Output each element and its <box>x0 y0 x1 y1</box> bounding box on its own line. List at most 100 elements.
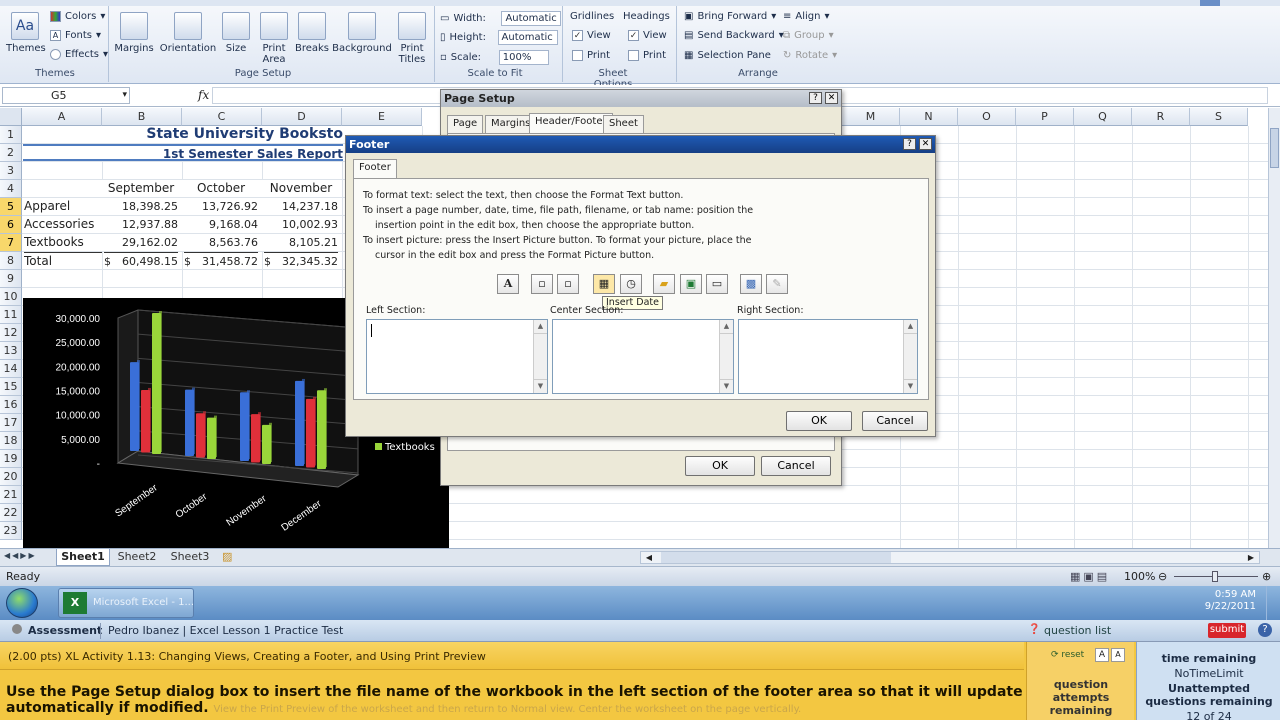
insert-function-button[interactable]: fx <box>198 88 209 102</box>
name-box[interactable]: G5 ▾ <box>2 87 130 104</box>
column-header[interactable]: O <box>958 108 1016 126</box>
row-header[interactable]: 8 <box>0 252 22 270</box>
background-button[interactable]: Background <box>332 12 392 54</box>
cell[interactable]: 12,937.88 <box>102 216 178 233</box>
size-button[interactable]: Size <box>220 12 252 54</box>
view-buttons-icon[interactable]: ▦▣▤ <box>1070 570 1110 583</box>
gridlines-print-checkbox[interactable]: Print <box>572 50 610 61</box>
row-header[interactable]: 14 <box>0 360 22 378</box>
horizontal-scrollbar[interactable]: ◀ ▶ <box>640 551 1260 564</box>
cell[interactable]: 31,458.72 <box>198 252 258 269</box>
question-list-link[interactable]: question list <box>1044 624 1111 637</box>
insert-page-number-button[interactable]: ▫ <box>531 274 553 294</box>
scrollbar[interactable] <box>533 320 547 393</box>
system-clock[interactable]: 0:59 AM 9/22/2011 <box>1200 589 1256 613</box>
font-increase-icon[interactable]: A <box>1095 648 1109 662</box>
row-header[interactable]: 4 <box>0 180 22 198</box>
row-header[interactable]: 23 <box>0 522 22 540</box>
sheet-nav-arrows-icon[interactable]: ◀◀▶▶ <box>4 551 37 560</box>
row-header[interactable]: 1 <box>0 126 22 144</box>
scroll-right-icon[interactable]: ▶ <box>1243 552 1259 563</box>
cell[interactable]: State University Booksto <box>23 126 343 143</box>
scroll-thumb[interactable] <box>1270 128 1279 168</box>
row-header[interactable]: 5 <box>0 198 22 216</box>
print-area-button[interactable]: Print Area <box>256 12 292 65</box>
cell[interactable]: 8,563.76 <box>182 234 258 251</box>
tab-footer[interactable]: Footer <box>353 159 397 178</box>
headings-print-checkbox[interactable]: Print <box>628 50 666 61</box>
row-header[interactable]: 20 <box>0 468 22 486</box>
tab-header-footer[interactable]: Header/Footer <box>529 113 613 133</box>
send-backward-button[interactable]: ▤ Send Backward ▾ <box>684 30 784 41</box>
reset-button[interactable]: ⟳ reset <box>1051 650 1084 660</box>
scale-input[interactable]: 100% <box>498 50 549 65</box>
cell[interactable]: $ <box>264 252 278 269</box>
vertical-scrollbar[interactable] <box>1268 108 1280 548</box>
insert-sheet-icon[interactable]: ▨ <box>222 550 232 563</box>
zoom-in-icon[interactable]: ⊕ <box>1262 570 1271 583</box>
tab-sheet[interactable]: Sheet <box>603 115 644 133</box>
page-setup-ok-button[interactable]: OK <box>685 456 755 476</box>
insert-time-button[interactable]: ◷ <box>620 274 642 294</box>
cell[interactable]: 8,105.21 <box>262 234 338 251</box>
cell[interactable]: 10,002.93 <box>262 216 338 233</box>
row-header[interactable]: 3 <box>0 162 22 180</box>
selection-pane-button[interactable]: ▦ Selection Pane <box>684 50 771 61</box>
help-icon[interactable] <box>1200 0 1220 6</box>
column-header[interactable]: E <box>342 108 422 126</box>
height-select[interactable]: Automatic <box>497 30 558 45</box>
colors-button[interactable]: Colors ▾ <box>50 11 105 22</box>
fonts-button[interactable]: A Fonts ▾ <box>50 30 101 41</box>
cell[interactable]: $ <box>104 252 118 269</box>
submit-button[interactable]: submit <box>1208 623 1246 638</box>
insert-number-of-pages-button[interactable]: ▫ <box>557 274 579 294</box>
zoom-slider[interactable] <box>1174 571 1258 582</box>
effects-button[interactable]: Effects ▾ <box>50 49 108 60</box>
cell[interactable]: 13,726.92 <box>182 198 258 215</box>
align-button[interactable]: ≡ Align ▾ <box>783 11 830 22</box>
rotate-button[interactable]: ↻ Rotate ▾ <box>783 50 837 61</box>
page-setup-cancel-button[interactable]: Cancel <box>761 456 831 476</box>
cell[interactable]: Accessories <box>24 216 102 233</box>
left-section-textarea[interactable] <box>366 319 548 394</box>
start-button[interactable] <box>6 588 38 618</box>
sheet-tab-sheet1[interactable]: Sheet1 <box>56 549 110 566</box>
footer-ok-button[interactable]: OK <box>786 411 852 431</box>
scrollbar[interactable] <box>903 320 917 393</box>
close-icon[interactable]: ✕ <box>825 92 838 104</box>
orientation-button[interactable]: Orientation <box>158 12 218 54</box>
group-button[interactable]: ⧉ Group ▾ <box>783 30 834 41</box>
row-header[interactable]: 15 <box>0 378 22 396</box>
scrollbar[interactable] <box>719 320 733 393</box>
zoom-level[interactable]: 100% <box>1124 570 1155 583</box>
cell[interactable]: 18,398.25 <box>102 198 178 215</box>
sheet-tab-sheet2[interactable]: Sheet2 <box>112 550 162 565</box>
row-header[interactable]: 10 <box>0 288 22 306</box>
row-header[interactable]: 13 <box>0 342 22 360</box>
cell[interactable]: 1st Semester Sales Report <box>23 144 343 161</box>
cell[interactable]: 14,237.18 <box>262 198 338 215</box>
column-header[interactable]: C <box>182 108 262 126</box>
insert-picture-button[interactable]: ▩ <box>740 274 762 294</box>
show-desktop-button[interactable] <box>1266 586 1280 620</box>
help-icon[interactable]: ? <box>809 92 822 104</box>
help-icon[interactable]: ? <box>1258 623 1272 637</box>
headings-view-checkbox[interactable]: View <box>628 30 667 41</box>
row-header[interactable]: 9 <box>0 270 22 288</box>
insert-date-button[interactable]: ▦ <box>593 274 615 294</box>
format-picture-button[interactable]: ✎ <box>766 274 788 294</box>
column-header[interactable]: B <box>102 108 182 126</box>
column-header[interactable]: Q <box>1074 108 1132 126</box>
column-header[interactable]: P <box>1016 108 1074 126</box>
gridlines-view-checkbox[interactable]: View <box>572 30 611 41</box>
cell[interactable]: Apparel <box>24 198 102 215</box>
right-section-textarea[interactable] <box>738 319 918 394</box>
cell[interactable]: 32,345.32 <box>278 252 338 269</box>
width-select[interactable]: Automatic <box>501 11 562 26</box>
tab-page[interactable]: Page <box>447 115 484 133</box>
insert-sheet-name-button[interactable]: ▭ <box>706 274 728 294</box>
margins-button[interactable]: Margins <box>112 12 156 54</box>
format-text-button[interactable]: A <box>497 274 519 294</box>
cell[interactable]: 29,162.02 <box>102 234 178 251</box>
cell[interactable]: Textbooks <box>24 234 102 251</box>
